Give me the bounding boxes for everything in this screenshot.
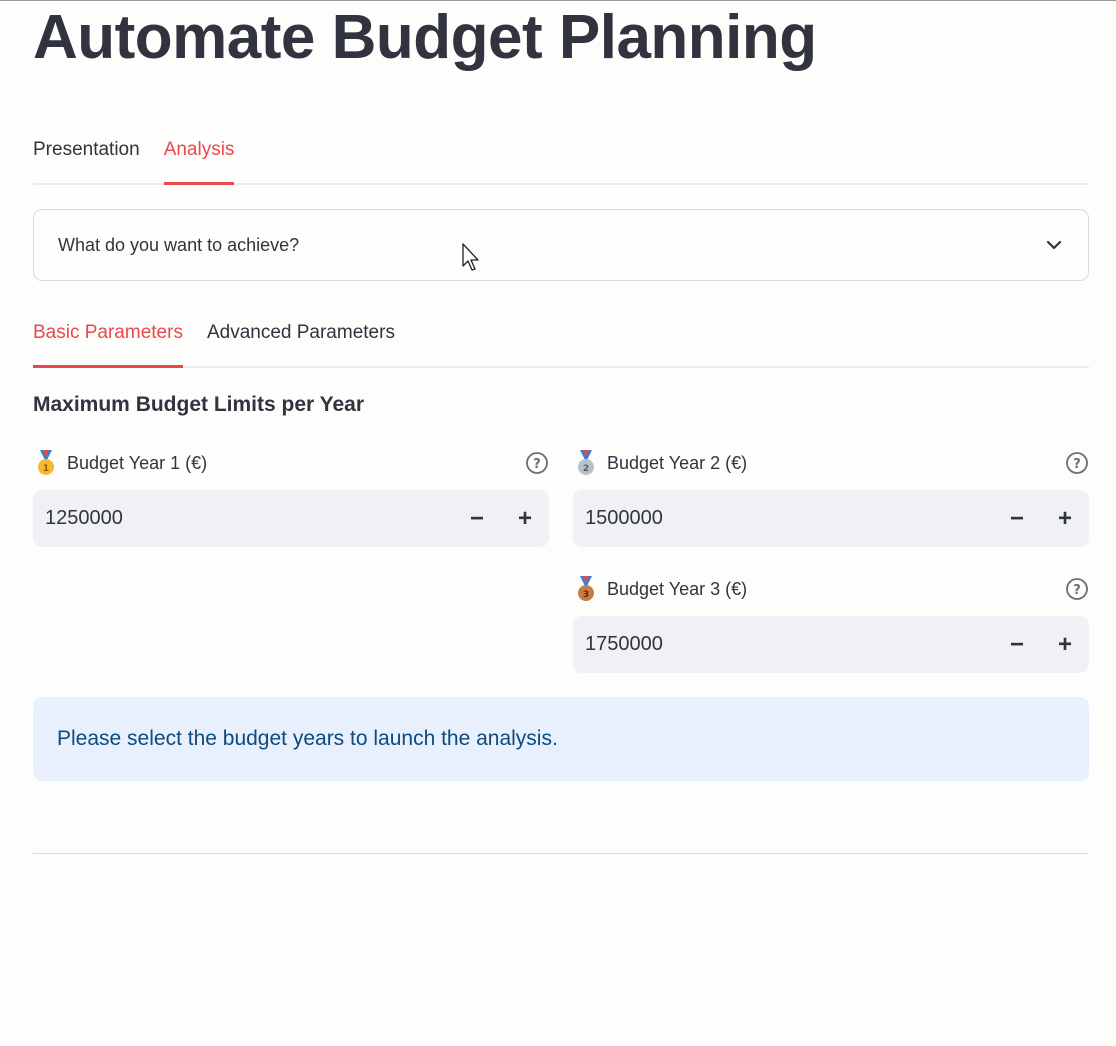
svg-text:?: ? <box>533 457 541 472</box>
decrement-button[interactable]: − <box>453 490 501 547</box>
input-value[interactable]: 1500000 <box>585 507 993 530</box>
tab-basic-parameters[interactable]: Basic Parameters <box>33 316 183 368</box>
help-icon[interactable]: ? <box>1065 451 1089 475</box>
svg-text:?: ? <box>1073 583 1081 598</box>
mouse-cursor-icon <box>462 243 479 271</box>
silver-medal-icon: 2 <box>578 450 594 475</box>
info-alert: Please select the budget years to launch… <box>33 697 1089 781</box>
bronze-medal-icon: 3 <box>578 576 594 601</box>
svg-text:2: 2 <box>583 464 589 474</box>
field-label: Budget Year 3 (€) <box>607 578 748 599</box>
section-title: Maximum Budget Limits per Year <box>33 393 365 416</box>
decrement-button[interactable]: − <box>993 616 1041 673</box>
goal-expander[interactable]: What do you want to achieve? <box>33 209 1089 281</box>
chevron-down-icon <box>1046 240 1062 250</box>
divider <box>33 853 1089 854</box>
gold-medal-icon: 1 <box>38 450 54 475</box>
page-title: Automate Budget Planning <box>33 3 817 72</box>
help-icon[interactable]: ? <box>525 451 549 475</box>
svg-text:1: 1 <box>43 464 49 474</box>
increment-button[interactable]: + <box>1041 490 1089 547</box>
field-label: Budget Year 2 (€) <box>607 452 748 473</box>
help-icon[interactable]: ? <box>1065 577 1089 601</box>
info-message: Please select the budget years to launch… <box>57 727 558 750</box>
expander-label: What do you want to achieve? <box>58 234 300 255</box>
increment-button[interactable]: + <box>501 490 549 547</box>
field-label: Budget Year 1 (€) <box>67 452 208 473</box>
budget-year-3-field: 3 Budget Year 3 (€) ? 1750000 − + <box>573 574 1089 673</box>
budget-year-2-input[interactable]: 1500000 − + <box>573 490 1089 547</box>
budget-year-1-input[interactable]: 1250000 − + <box>33 490 549 547</box>
parameter-tab-bar: Basic Parameters Advanced Parameters <box>33 316 1089 368</box>
svg-text:?: ? <box>1073 457 1081 472</box>
decrement-button[interactable]: − <box>993 490 1041 547</box>
budget-year-3-input[interactable]: 1750000 − + <box>573 616 1089 673</box>
tab-analysis[interactable]: Analysis <box>163 133 234 185</box>
main-tab-bar: Presentation Analysis <box>33 133 1089 185</box>
budget-year-2-field: 2 Budget Year 2 (€) ? 1500000 − + <box>573 448 1089 547</box>
input-value[interactable]: 1750000 <box>585 633 993 656</box>
input-value[interactable]: 1250000 <box>45 507 453 530</box>
increment-button[interactable]: + <box>1041 616 1089 673</box>
svg-text:3: 3 <box>583 590 589 600</box>
tab-presentation[interactable]: Presentation <box>33 133 140 183</box>
tab-advanced-parameters[interactable]: Advanced Parameters <box>207 316 395 366</box>
budget-year-1-field: 1 Budget Year 1 (€) ? 1250000 − + <box>33 448 549 547</box>
